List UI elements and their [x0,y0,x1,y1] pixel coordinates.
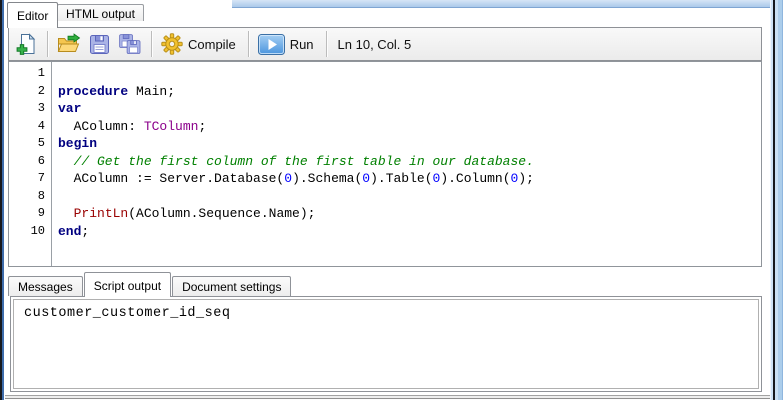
code-text: // Get the first column of the first tab… [58,153,534,169]
code-text: procedure Main; [58,83,176,99]
code-text: begin [58,136,98,151]
line-number: 3 [37,101,45,115]
line-number: 6 [37,153,45,168]
window-right-border [770,0,783,400]
cursor-position-status: Ln 10, Col. 5 [337,36,412,52]
code-line: 3 var [9,100,761,118]
line-number: 7 [37,171,45,185]
tab-html-output[interactable]: HTML output [57,4,144,21]
window-bottom-border [0,394,783,400]
line-number: 2 [37,83,45,98]
toolbar-separator [47,31,49,57]
toolbar-separator [325,31,328,57]
code-text: AColumn: TColumn; [58,118,207,134]
tab-editor[interactable]: Editor [7,2,59,28]
open-folder-icon [57,33,81,52]
code-editor[interactable]: 1 2 procedure Main; 3 var 4 AColumn: TColumn;… [8,61,762,267]
save-all-icon [119,34,141,54]
script-output-panel[interactable]: customer_customer_id_seq [10,296,762,392]
open-button[interactable] [55,30,83,58]
line-number: 10 [30,223,45,238]
code-line: 7 AColumn := Server.Database(0).Schema(0… [9,170,761,188]
line-number: 1 [37,66,45,80]
new-document-button[interactable] [14,30,40,58]
code-line: 10 end; [9,223,761,241]
save-button[interactable] [87,30,112,58]
bottom-tabstrip: Messages Script output Document settings [8,270,292,297]
line-number: 5 [37,136,45,150]
window-left-border [0,0,5,400]
play-icon [257,33,285,55]
code-text: AColumn := Server.Database(0).Schema(0).… [58,171,534,186]
code-line: 8 [9,188,761,206]
toolbar-separator [151,31,153,57]
code-text: end; [58,223,90,239]
toolbar: Compile Run Ln 10, Col. 5 [8,27,762,61]
line-number: 4 [37,118,45,133]
app-window: Editor HTML output Compile Run Ln 10, Co… [5,0,770,394]
code-line: 1 [9,65,761,83]
compile-button[interactable]: Compile [159,30,241,58]
code-lines: 1 2 procedure Main; 3 var 4 AColumn: TColumn;… [9,65,761,240]
gear-icon [161,33,183,55]
code-line: 2 procedure Main; [9,83,761,101]
run-label: Run [289,36,314,52]
code-line: 6 // Get the first column of the first t… [9,153,761,171]
code-text: PrintLn(AColumn.Sequence.Name); [73,206,316,221]
output-text: customer_customer_id_seq [24,306,231,321]
save-icon [90,34,109,54]
line-number: 9 [37,206,45,220]
save-all-button[interactable] [116,30,144,58]
tab-document-settings[interactable]: Document settings [172,276,292,296]
code-text: var [58,101,82,116]
run-button[interactable]: Run [256,30,319,58]
toolbar-separator [247,31,250,57]
code-line: 4 AColumn: TColumn; [9,118,761,136]
code-line: 9 PrintLn(AColumn.Sequence.Name); [9,205,761,223]
new-document-icon [16,33,36,55]
tab-script-output[interactable]: Script output [83,272,172,297]
line-number: 8 [37,188,45,203]
compile-label: Compile [188,36,236,52]
code-line: 5 begin [9,135,761,153]
tab-messages[interactable]: Messages [8,276,83,296]
